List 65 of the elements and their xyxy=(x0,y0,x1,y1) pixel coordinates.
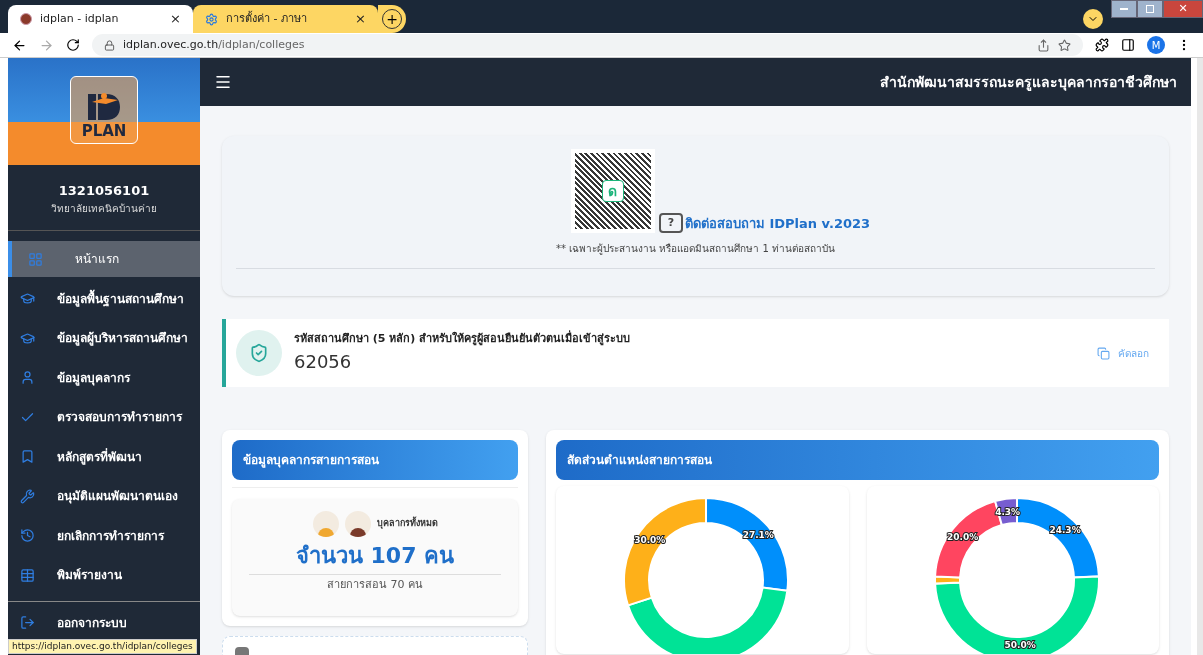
tab-title: idplan - idplan xyxy=(40,10,120,27)
site-favicon-icon xyxy=(20,13,32,25)
woman-avatar-icon xyxy=(344,511,371,537)
side-panel-icon[interactable] xyxy=(1121,38,1135,52)
tab-close-button[interactable]: × xyxy=(170,9,181,29)
nav-item[interactable]: พิมพ์รายงาน xyxy=(8,557,200,593)
slice-label: 24.3% xyxy=(1048,525,1081,536)
nav-item[interactable]: หลักสูตรที่พัฒนา xyxy=(8,438,200,475)
restore-button[interactable] xyxy=(1137,0,1163,18)
nav-icon xyxy=(20,370,35,385)
logo-text: PLAN xyxy=(81,124,127,139)
nav-item[interactable]: ตรวจสอบการทำรายการ xyxy=(8,399,200,435)
nav-item[interactable]: ข้อมูลผู้บริหารสถานศึกษา xyxy=(8,320,200,356)
nav-icon xyxy=(20,528,35,543)
staff-total: จำนวน 107 คน xyxy=(295,542,455,570)
code-label: รหัสสถานศึกษา (5 หลัก) สำหรับให้ครูผู้สอนยืนยันตัวตนเมื่อเข้าสู่ระบบ xyxy=(294,331,632,348)
nav-icon xyxy=(20,291,35,306)
slice-label: 50.0% xyxy=(1003,640,1036,650)
nav-icon xyxy=(20,567,35,583)
tab-title: การตั้งค่า - ภาษา xyxy=(226,10,308,27)
logout-item[interactable]: ออกจากระบบ xyxy=(8,605,200,640)
browser-tab[interactable]: การตั้งค่า - ภาษา × xyxy=(193,5,378,33)
contact-link[interactable]: ติดต่อสอบถาม IDPlan v.2023 xyxy=(684,213,871,233)
copy-icon xyxy=(1097,346,1110,360)
nav-item[interactable]: ข้อมูลบุคลากร xyxy=(8,359,200,396)
logout-icon xyxy=(20,615,35,630)
header-title: สำนักพัฒนาสมรรถนะครูและบุคลากรอาชีวศึกษา xyxy=(880,72,1177,93)
nav-icon xyxy=(20,488,35,504)
tab-search-button[interactable] xyxy=(1083,9,1103,29)
slice-label: 27.1% xyxy=(742,529,774,540)
menu-icon[interactable] xyxy=(214,73,232,91)
code-value: 62056 xyxy=(294,349,353,374)
profile-avatar[interactable]: M xyxy=(1147,36,1165,54)
new-tab-button[interactable]: + xyxy=(382,9,402,29)
bookmark-star-icon[interactable] xyxy=(1058,38,1071,52)
qr-badge: ด xyxy=(601,180,624,202)
nav-item[interactable]: หน้าแรก xyxy=(8,241,200,277)
minimize-button[interactable] xyxy=(1111,0,1137,18)
extensions-icon[interactable] xyxy=(1095,38,1109,52)
tab-close-button[interactable]: × xyxy=(355,9,366,29)
nav-item[interactable]: อนุมัติแผนพัฒนาตนเอง xyxy=(8,478,200,514)
nav-icon xyxy=(20,449,35,464)
lock-icon xyxy=(104,39,115,51)
address-field[interactable]: idplan.ovec.go.th/idplan/colleges xyxy=(92,34,1083,56)
college-code: 1321056101 xyxy=(58,182,150,201)
card-header: สัดส่วนตำแหน่งสายการสอน xyxy=(556,440,1159,480)
college-name: วิทยาลัยเทคนิคบ้านค่าย xyxy=(51,201,157,216)
help-icon: ? xyxy=(658,213,683,233)
teaching-staff-count: สายการสอน 70 คน xyxy=(327,577,423,593)
nav-item[interactable]: ข้อมูลพื้นฐานสถานศึกษา xyxy=(8,280,200,317)
card-header: ข้อมูลบุคลากรสายการสอน xyxy=(232,440,518,480)
back-icon[interactable] xyxy=(12,37,27,53)
settings-icon xyxy=(205,12,218,26)
coordinator-note: ** เฉพาะผู้ประสานงาน หรือแอดมินสถานศึกษา 1 ท่านต่อสถาบัน xyxy=(555,242,836,256)
close-window-button[interactable]: ✕ xyxy=(1163,0,1203,18)
staff-caption: บุคลากรทั้งหมด xyxy=(376,517,438,531)
shield-key-icon xyxy=(236,330,282,376)
url-text: idplan.ovec.go.th/idplan/colleges xyxy=(123,36,305,53)
nav-item[interactable]: ยกเลิกการทำรายการ xyxy=(8,517,200,554)
reload-icon[interactable] xyxy=(66,38,80,52)
nav-icon xyxy=(20,330,35,346)
share-icon[interactable] xyxy=(1037,38,1050,52)
nav-icon xyxy=(28,251,43,267)
man-avatar-icon xyxy=(312,511,339,537)
browser-tab[interactable]: idplan - idplan × xyxy=(8,5,193,33)
